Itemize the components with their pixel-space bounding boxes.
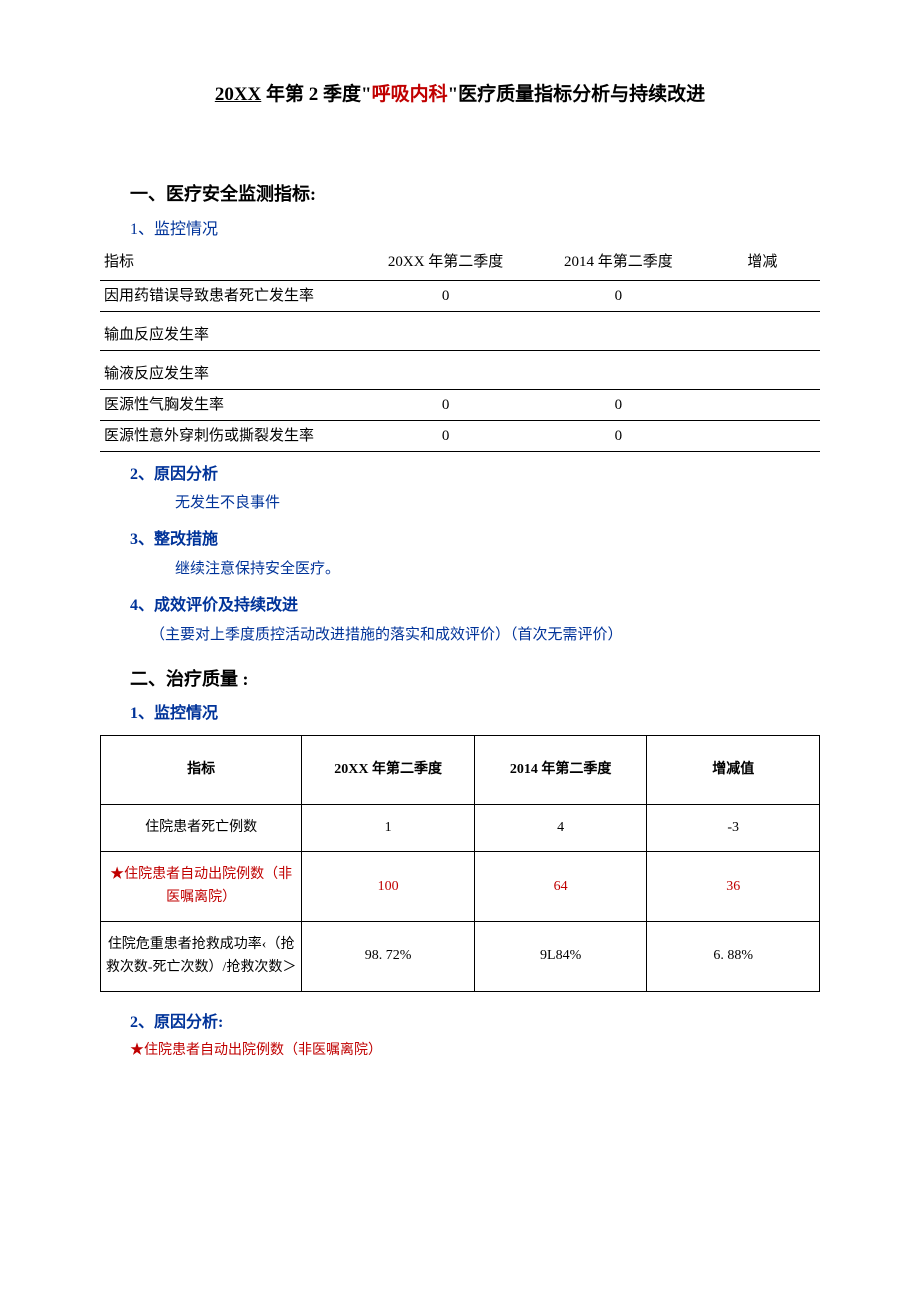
- row-c2: 0: [532, 420, 705, 451]
- section-1-text-2: 无发生不良事件: [175, 491, 820, 515]
- t2-h0: 指标: [101, 735, 302, 804]
- t2-h1: 20XX 年第二季度: [302, 735, 475, 804]
- row-c1: 98. 72%: [302, 922, 475, 992]
- row-c3: 36: [647, 852, 820, 922]
- table-row: 住院患者死亡例数14-3: [101, 804, 820, 851]
- row-c3: 6. 88%: [647, 922, 820, 992]
- section-1-heading: 一、医疗安全监测指标:: [130, 180, 820, 209]
- row-c3: [705, 311, 820, 350]
- table-row: 输血反应发生率: [100, 311, 820, 350]
- section-1-sub-2: 2、原因分析: [130, 462, 820, 488]
- row-c2: [532, 350, 705, 389]
- title-year: 20XX: [215, 84, 261, 105]
- treatment-quality-table: 指标 20XX 年第二季度 2014 年第二季度 增减值 住院患者死亡例数14-…: [100, 735, 820, 992]
- section-2-sub-1: 1、监控情况: [130, 701, 820, 727]
- row-c2: 0: [532, 389, 705, 420]
- row-c3: [705, 280, 820, 311]
- row-c1: 0: [359, 280, 532, 311]
- section-2-sub-2: 2、原因分析:: [130, 1010, 820, 1036]
- row-label: 因用药错误导致患者死亡发生率: [100, 280, 359, 311]
- section-1-text-3: 继续注意保持安全医疗。: [175, 557, 820, 581]
- row-c1: [359, 350, 532, 389]
- row-c3: [705, 389, 820, 420]
- t1-h0: 指标: [100, 247, 359, 281]
- row-c1: 0: [359, 420, 532, 451]
- section-2-heading: 二、治疗质量 :: [130, 665, 820, 694]
- row-c2: 64: [474, 852, 647, 922]
- table-row: 医源性意外穿刺伤或撕裂发生率00: [100, 420, 820, 451]
- section-1-text-4: （主要对上季度质控活动改进措施的落实和成效评价）（首次无需评价）: [150, 623, 820, 647]
- table-row: 住院危重患者抢救成功率‹（抢救次数-死亡次数）/抢救次数＞98. 72%9L84…: [101, 922, 820, 992]
- t2-h3: 增减值: [647, 735, 820, 804]
- row-c1: 100: [302, 852, 475, 922]
- row-label: 住院患者死亡例数: [101, 804, 302, 851]
- row-c1: 0: [359, 389, 532, 420]
- row-label: 医源性气胸发生率: [100, 389, 359, 420]
- row-c3: -3: [647, 804, 820, 851]
- row-label: 输血反应发生率: [100, 311, 359, 350]
- row-c2: 4: [474, 804, 647, 851]
- row-c2: [532, 311, 705, 350]
- t1-h2: 2014 年第二季度: [532, 247, 705, 281]
- section-1-sub-1: 1、监控情况: [130, 217, 820, 243]
- row-label: 输液反应发生率: [100, 350, 359, 389]
- section-1-sub-4: 4、成效评价及持续改进: [130, 593, 820, 619]
- row-label: 医源性意外穿刺伤或撕裂发生率: [100, 420, 359, 451]
- row-c1: [359, 311, 532, 350]
- row-c2: 0: [532, 280, 705, 311]
- table-row: 因用药错误导致患者死亡发生率00: [100, 280, 820, 311]
- t2-h2: 2014 年第二季度: [474, 735, 647, 804]
- title-department: 呼吸内科: [372, 84, 448, 105]
- section-2-text-2: ★住院患者自动出院例数（非医嘱离院）: [130, 1040, 820, 1062]
- row-c3: [705, 350, 820, 389]
- document-title: 20XX 年第 2 季度"呼吸内科"医疗质量指标分析与持续改进: [100, 80, 820, 110]
- table-row: ★住院患者自动出院例数（非医嘱离院）1006436: [101, 852, 820, 922]
- safety-monitoring-table: 指标 20XX 年第二季度 2014 年第二季度 增减 因用药错误导致患者死亡发…: [100, 247, 820, 452]
- t1-h3: 增减: [705, 247, 820, 281]
- table-row: 输液反应发生率: [100, 350, 820, 389]
- row-c3: [705, 420, 820, 451]
- row-c1: 1: [302, 804, 475, 851]
- t1-h1: 20XX 年第二季度: [359, 247, 532, 281]
- title-mid2: "医疗质量指标分析与持续改进: [448, 84, 706, 105]
- title-mid1: 年第 2 季度": [261, 84, 371, 105]
- table-row: 医源性气胸发生率00: [100, 389, 820, 420]
- row-c2: 9L84%: [474, 922, 647, 992]
- row-label: 住院危重患者抢救成功率‹（抢救次数-死亡次数）/抢救次数＞: [101, 922, 302, 992]
- section-1-sub-3: 3、整改措施: [130, 527, 820, 553]
- row-label: ★住院患者自动出院例数（非医嘱离院）: [101, 852, 302, 922]
